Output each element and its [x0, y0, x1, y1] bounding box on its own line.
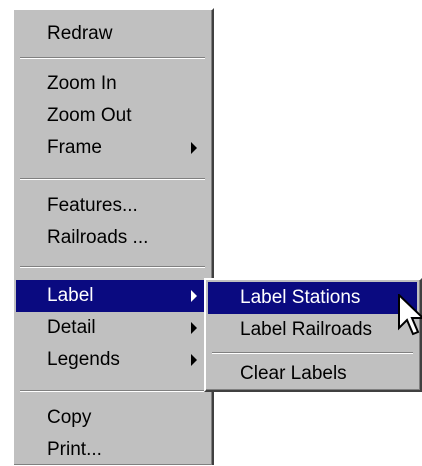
menu-item-label: Features... [47, 195, 138, 216]
menu-item-label: Redraw [47, 23, 113, 44]
menu-item-label-highlighted[interactable]: Label [16, 280, 209, 312]
submenu-arrow-icon [191, 354, 197, 366]
menu-item-legends[interactable]: Legends [16, 344, 209, 376]
submenu-arrow-icon [191, 142, 197, 154]
menu-item-label: Label Railroads [240, 319, 373, 340]
submenu-arrow-icon [191, 322, 197, 334]
menu-item-label: Label Stations [240, 287, 361, 308]
menu-item-label: Label [47, 285, 94, 306]
menu-item-railroads[interactable]: Railroads ... [16, 222, 209, 254]
menu-separator [20, 266, 205, 268]
menu-item-label: Railroads ... [47, 227, 149, 248]
menu-item-detail[interactable]: Detail [16, 312, 209, 344]
context-menu: Redraw Zoom In Zoom Out Frame Features..… [12, 8, 214, 465]
menu-item-label: Zoom In [47, 73, 117, 94]
menu-item-label: Zoom Out [47, 105, 132, 126]
menu-item-label: Copy [47, 407, 92, 428]
menu-item-features[interactable]: Features... [16, 190, 209, 222]
menu-separator [20, 57, 205, 59]
submenu-item-clear-labels[interactable]: Clear Labels [208, 358, 417, 390]
menu-item-label: Legends [47, 349, 120, 370]
menu-item-frame[interactable]: Frame [16, 132, 209, 164]
menu-separator [212, 352, 413, 354]
arrow-pointer-icon [398, 294, 422, 336]
menu-item-zoom-out[interactable]: Zoom Out [16, 100, 209, 132]
submenu-item-label-stations[interactable]: Label Stations [208, 282, 417, 314]
menu-item-zoom-in[interactable]: Zoom In [16, 68, 209, 100]
menu-separator [20, 178, 205, 180]
menu-item-label: Print... [47, 439, 102, 460]
submenu-arrow-icon [191, 290, 197, 302]
submenu-item-label-railroads[interactable]: Label Railroads [208, 314, 417, 346]
menu-item-copy[interactable]: Copy [16, 402, 209, 434]
menu-separator [20, 390, 205, 392]
menu-item-label: Detail [47, 317, 96, 338]
menu-item-redraw[interactable]: Redraw [16, 18, 209, 50]
menu-item-print[interactable]: Print... [16, 434, 209, 466]
menu-item-label: Clear Labels [240, 363, 347, 384]
label-submenu: Label Stations Label Railroads Clear Lab… [204, 278, 422, 392]
menu-item-label: Frame [47, 137, 102, 158]
